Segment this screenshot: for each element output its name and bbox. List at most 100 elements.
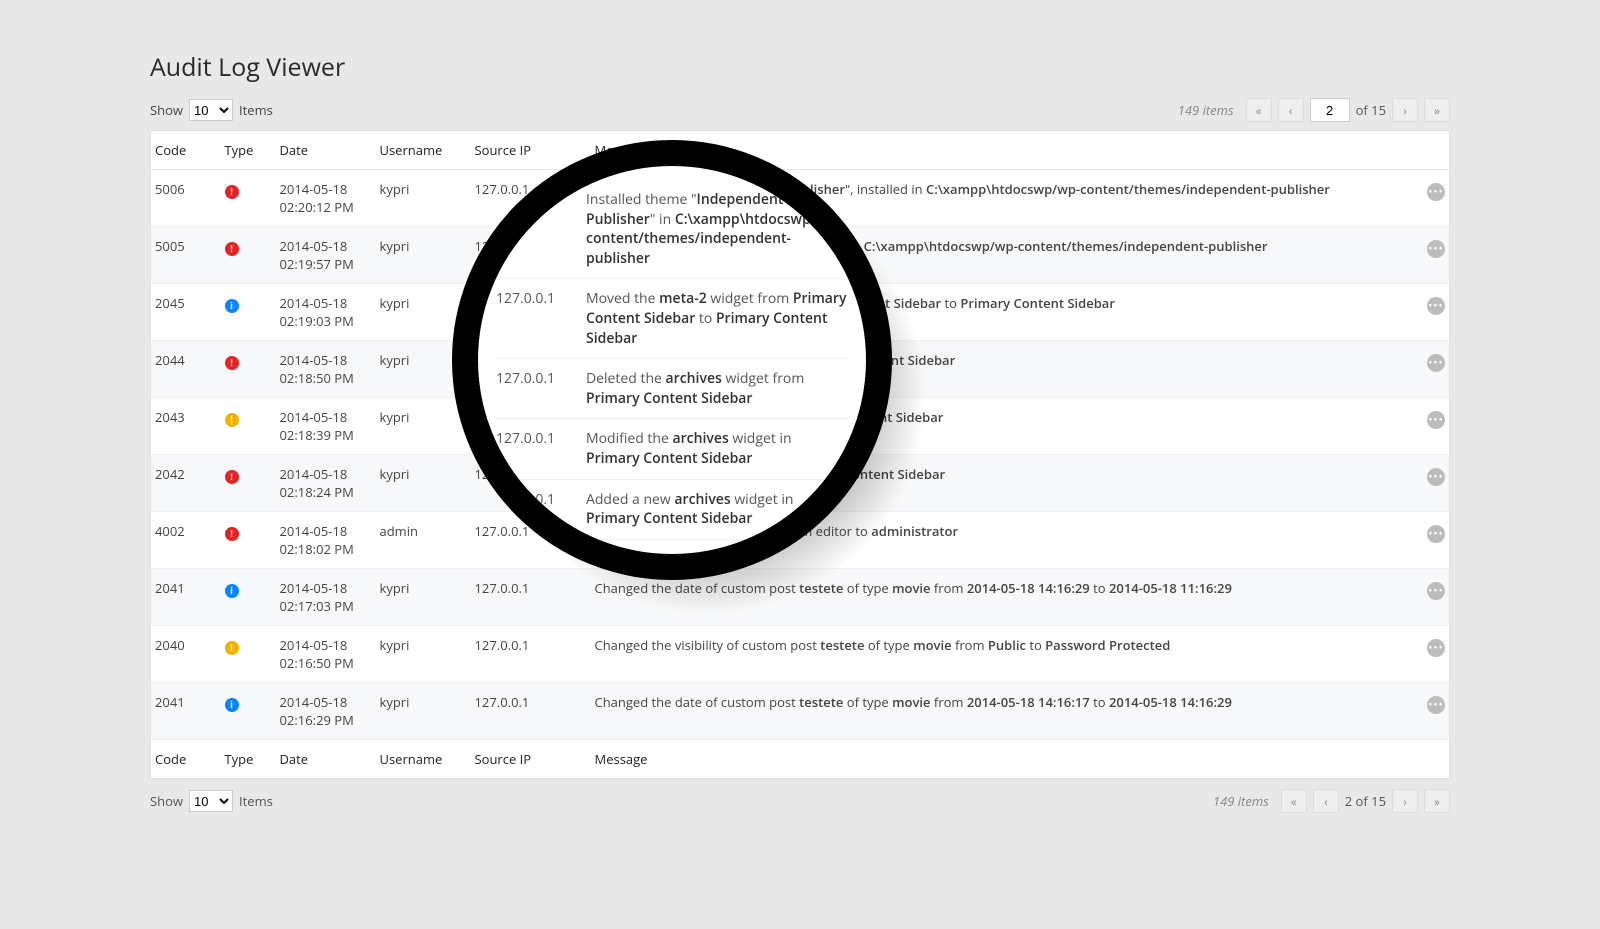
cell-ip: 127.0.0.1 [471, 626, 591, 683]
cell-type: i [221, 683, 276, 740]
show-label: Show [150, 101, 183, 119]
cell-date: 2014-05-1802:18:50 PM [276, 341, 376, 398]
cell-user: admin [376, 512, 471, 569]
page-of-text-bottom: 2 of 15 [1345, 792, 1386, 810]
cell-message: Deleted the archives widget from Primary… [591, 341, 1420, 398]
cell-code: 2043 [151, 398, 221, 455]
col-msg: Message [591, 131, 1420, 170]
cell-code: 2040 [151, 626, 221, 683]
cell-message: Changed the visibility of custom post te… [591, 626, 1420, 683]
cell-user: kypri [376, 284, 471, 341]
cell-date: 2014-05-1802:19:03 PM [276, 284, 376, 341]
cell-message: Activated theme "Independent Publisher",… [591, 170, 1420, 227]
cell-ip: 127.0.0.1 [471, 512, 591, 569]
cell-ip: 127.0.0.1 [471, 398, 591, 455]
row-actions-button[interactable]: ••• [1427, 240, 1445, 258]
cell-user: kypri [376, 683, 471, 740]
severity-orange-icon: ! [225, 641, 239, 655]
first-page-button[interactable]: « [1246, 98, 1272, 122]
first-page-button[interactable]: « [1281, 789, 1307, 813]
items-count: 149 items [1178, 101, 1234, 119]
table-row: 5006!2014-05-1802:20:12 PMkypri127.0.0.1… [151, 170, 1450, 227]
cell-date: 2014-05-1802:18:39 PM [276, 398, 376, 455]
cell-date: 2014-05-1802:18:02 PM [276, 512, 376, 569]
cell-type: ! [221, 512, 276, 569]
col-user: Username [376, 131, 471, 170]
next-page-button[interactable]: › [1392, 789, 1418, 813]
table-header-row: Code Type Date Username Source IP Messag… [151, 131, 1450, 170]
row-actions-button[interactable]: ••• [1427, 183, 1445, 201]
severity-red-icon: ! [225, 470, 239, 484]
page-of-text: of 15 [1356, 101, 1386, 119]
table-row: 2045i2014-05-1802:19:03 PMkypri127.0.0.1… [151, 284, 1450, 341]
severity-orange-icon: ! [225, 413, 239, 427]
cell-actions: ••• [1420, 683, 1450, 740]
cell-message: Changed the date of custom post testete … [591, 569, 1420, 626]
cell-ip: 127.0.0.1 [471, 170, 591, 227]
cell-code: 2041 [151, 569, 221, 626]
table-row: 2044!2014-05-1802:18:50 PMkypri127.0.0.1… [151, 341, 1450, 398]
severity-blue-icon: i [225, 698, 239, 712]
cell-message: Added a new archives widget in Primary C… [591, 455, 1420, 512]
cell-date: 2014-05-1802:18:24 PM [276, 455, 376, 512]
cell-type: i [221, 284, 276, 341]
items-per-page-select[interactable]: 10 [189, 99, 233, 121]
prev-page-button[interactable]: ‹ [1278, 98, 1304, 122]
cell-type: ! [221, 398, 276, 455]
page-input[interactable] [1310, 98, 1350, 122]
cell-actions: ••• [1420, 626, 1450, 683]
items-per-page-select-bottom[interactable]: 10 [189, 790, 233, 812]
cell-actions: ••• [1420, 455, 1450, 512]
cell-actions: ••• [1420, 512, 1450, 569]
row-actions-button[interactable]: ••• [1427, 297, 1445, 315]
severity-red-icon: ! [225, 185, 239, 199]
pager-top: 149 items « ‹ of 15 › » [1178, 98, 1450, 122]
table-row: 2041i2014-05-1802:16:29 PMkypri127.0.0.1… [151, 683, 1450, 740]
cell-type: ! [221, 170, 276, 227]
last-page-button[interactable]: » [1424, 789, 1450, 813]
row-actions-button[interactable]: ••• [1427, 525, 1445, 543]
bottom-toolbar: Show 10 Items 149 items « ‹ 2 of 15 › » [150, 789, 1450, 813]
row-actions-button[interactable]: ••• [1427, 696, 1445, 714]
cell-message: Changed the role of user kypri from edit… [591, 512, 1420, 569]
cell-actions: ••• [1420, 170, 1450, 227]
cell-ip: 127.0.0.1 [471, 683, 591, 740]
col-ip: Source IP [471, 131, 591, 170]
cell-type: ! [221, 227, 276, 284]
cell-ip: 127.0.0.1 [471, 284, 591, 341]
cell-code: 2044 [151, 341, 221, 398]
cell-ip: 127.0.0.1 [471, 569, 591, 626]
col-type: Type [221, 131, 276, 170]
table-row: 2042! 2014-05-1802:18:24 PMkypri127.0.0.1… [151, 455, 1450, 512]
cell-user: kypri [376, 341, 471, 398]
cell-date: 2014-05-1802:16:29 PM [276, 683, 376, 740]
row-actions-button[interactable]: ••• [1427, 354, 1445, 372]
cell-ip: 127.0.0.1 [471, 455, 591, 512]
cell-code: 4002 [151, 512, 221, 569]
table-row: 5005!2014-05-1802:19:57 PMkypri127.0.0.1… [151, 227, 1450, 284]
row-actions-button[interactable]: ••• [1427, 582, 1445, 600]
cell-ip: 127.0.0.1 [471, 227, 591, 284]
row-actions-button[interactable]: ••• [1427, 639, 1445, 657]
cell-message: Changed the date of custom post testete … [591, 683, 1420, 740]
cell-code: 2045 [151, 284, 221, 341]
cell-actions: ••• [1420, 227, 1450, 284]
next-page-button[interactable]: › [1392, 98, 1418, 122]
cell-type: ! [221, 455, 276, 512]
table-row: 2040!2014-05-1802:16:50 PMkypri127.0.0.1… [151, 626, 1450, 683]
cell-date: 2014-05-1802:20:12 PM [276, 170, 376, 227]
cell-user: kypri [376, 455, 471, 512]
row-actions-button[interactable]: ••• [1427, 411, 1445, 429]
cell-user: kypri [376, 227, 471, 284]
prev-page-button[interactable]: ‹ [1313, 789, 1339, 813]
cell-actions: ••• [1420, 284, 1450, 341]
cell-date: 2014-05-1802:19:57 PM [276, 227, 376, 284]
page-title: Audit Log Viewer [150, 50, 1450, 84]
cell-user: kypri [376, 398, 471, 455]
cell-type: i [221, 569, 276, 626]
audit-log-table: Code Type Date Username Source IP Messag… [150, 130, 1450, 779]
cell-code: 5006 [151, 170, 221, 227]
last-page-button[interactable]: » [1424, 98, 1450, 122]
row-actions-button[interactable]: ••• [1427, 468, 1445, 486]
cell-code: 2042 [151, 455, 221, 512]
